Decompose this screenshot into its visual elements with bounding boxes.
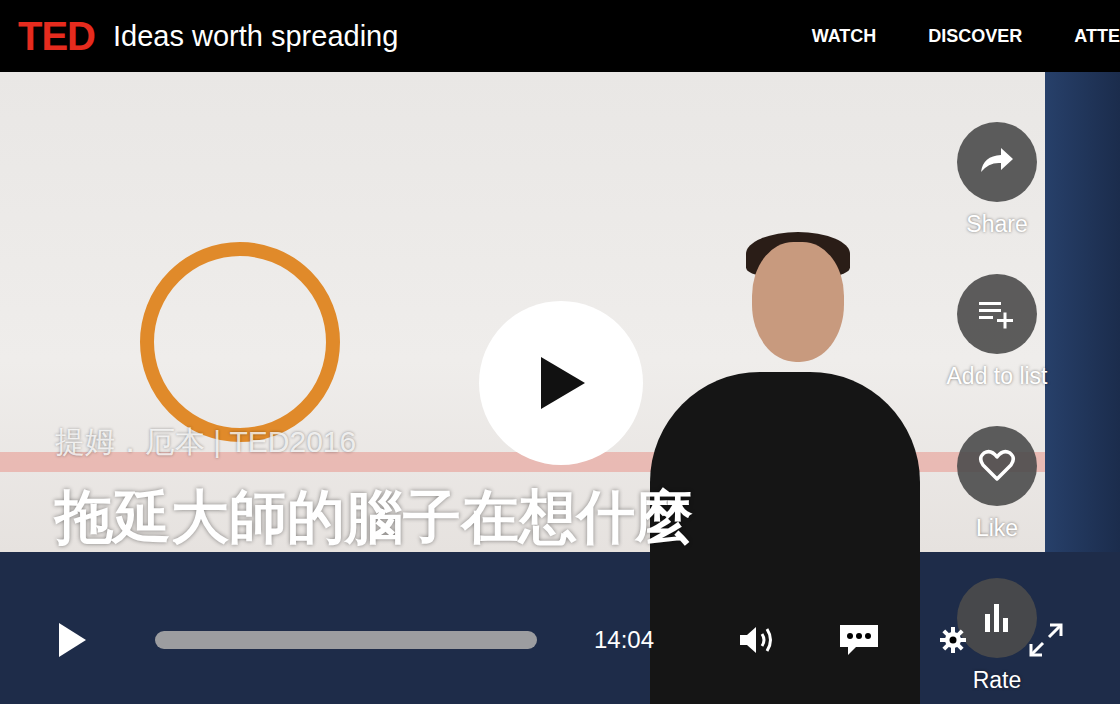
rate-bars-icon (977, 598, 1017, 638)
nav-link[interactable]: DISCOVER (928, 26, 1022, 47)
action-button[interactable]: Add to list (917, 274, 1077, 390)
action-circle[interactable] (957, 426, 1037, 506)
action-label: Share (966, 210, 1027, 238)
ted-logo[interactable]: TED (18, 16, 95, 56)
action-label: Add to list (947, 362, 1048, 390)
nav-link[interactable]: ATTE (1074, 26, 1120, 47)
progress-track[interactable] (155, 631, 537, 649)
subtitles-icon[interactable] (838, 623, 880, 657)
main-nav: WATCH DISCOVER ATTE (812, 26, 1120, 47)
play-icon (533, 353, 589, 413)
top-bar: TED Ideas worth spreading WATCH DISCOVER A… (0, 0, 1120, 72)
action-button[interactable]: Like (917, 426, 1077, 542)
gear-icon[interactable] (940, 627, 966, 653)
control-bar: 14:04 (0, 615, 1064, 665)
tagline: Ideas worth spreading (113, 20, 398, 53)
talk-title: 拖延大師的腦子在想什麼 (55, 482, 693, 552)
video-player[interactable]: 提姆．厄本 | TED2016 拖延大師的腦子在想什麼 Share Add to … (0, 72, 1120, 704)
play-button[interactable] (479, 301, 643, 465)
heart-icon (977, 446, 1017, 486)
nav-link[interactable]: WATCH (812, 26, 877, 47)
action-circle[interactable] (957, 578, 1037, 658)
action-list: Share Add to list Like Rate (917, 122, 1077, 694)
share-icon (977, 142, 1017, 182)
volume-icon[interactable] (738, 624, 778, 656)
action-button[interactable]: Share (917, 122, 1077, 238)
fullscreen-icon[interactable] (1028, 622, 1064, 658)
action-circle[interactable] (957, 274, 1037, 354)
speaker-event: 提姆．厄本 | TED2016 (55, 424, 356, 460)
action-button[interactable]: Rate (917, 578, 1077, 694)
duration: 14:04 (594, 626, 654, 654)
add-to-list-icon (977, 294, 1017, 334)
action-label: Like (976, 514, 1018, 542)
action-label: Rate (973, 666, 1022, 694)
action-circle[interactable] (957, 122, 1037, 202)
play-icon[interactable] (57, 621, 87, 659)
